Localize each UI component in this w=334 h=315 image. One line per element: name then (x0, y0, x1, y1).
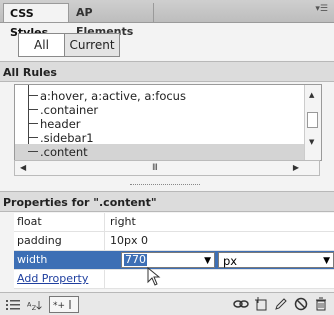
disable-property-icon[interactable] (293, 296, 309, 311)
property-value[interactable]: 10px 0 (110, 232, 148, 250)
rules-horizontal-scrollbar[interactable]: ◀ III ▶ (14, 160, 320, 176)
chevron-down-icon[interactable]: ▼ (323, 252, 330, 270)
css-styles-panel: CSS Styles AP Elements ▾☰ All Current Al… (0, 0, 334, 315)
alpha-sort-icon[interactable]: AZ (27, 297, 43, 312)
chevron-down-icon[interactable]: ▼ (204, 252, 211, 270)
property-row[interactable]: padding 10px 0 (14, 232, 334, 251)
unit-select[interactable]: px ▼ (218, 252, 334, 268)
width-value-input[interactable]: 770 ▼ (121, 252, 215, 268)
scroll-left-icon[interactable]: ◀ (20, 163, 26, 172)
add-property-cell: Add Property (14, 270, 105, 288)
tab-ap-elements[interactable]: AP Elements (70, 3, 154, 38)
scroll-thumb[interactable] (307, 112, 318, 128)
scroll-up-icon[interactable]: ▲ (309, 91, 314, 99)
all-rules-header[interactable]: All Rules (0, 61, 334, 82)
edit-rule-icon[interactable] (273, 296, 289, 311)
property-name: padding (14, 232, 105, 250)
panel-menu-icon[interactable]: ▾☰ (315, 4, 328, 14)
svg-text:Z: Z (32, 303, 37, 311)
property-name: width (14, 251, 105, 269)
category-view-icon[interactable] (5, 297, 21, 312)
new-rule-icon[interactable] (253, 296, 269, 311)
selected-text: 770 (124, 253, 147, 266)
mouse-pointer-icon (147, 267, 161, 286)
scroll-down-icon[interactable]: ▼ (309, 138, 314, 146)
rules-tree: a:hover, a:active, a:focus .container he… (14, 84, 322, 161)
view-mode-toggle: All Current (18, 33, 120, 57)
all-button[interactable]: All (19, 34, 65, 56)
set-properties-icon[interactable]: *+ (49, 296, 79, 313)
scroll-grip[interactable]: III (152, 163, 158, 173)
delete-rule-icon[interactable] (313, 296, 329, 311)
scroll-right-icon[interactable]: ▶ (293, 163, 299, 172)
tab-css-styles[interactable]: CSS Styles (3, 3, 69, 39)
attach-stylesheet-icon[interactable] (233, 296, 249, 311)
bottom-toolbar: AZ *+ (0, 292, 334, 315)
unit-label: px (223, 254, 238, 268)
add-property-link[interactable]: Add Property (17, 272, 88, 285)
current-button[interactable]: Current (65, 34, 119, 56)
panel-tab-strip: CSS Styles AP Elements ▾☰ (0, 0, 334, 39)
pane-splitter[interactable] (130, 184, 200, 188)
property-row-selected[interactable]: width 770 ▼ px ▼ (14, 251, 334, 270)
property-row[interactable]: Add Property (14, 270, 334, 289)
rule-item-selected[interactable]: .content (15, 144, 305, 160)
rule-label: .content (40, 145, 88, 159)
properties-header[interactable]: Properties for ".content" (0, 191, 334, 212)
property-value[interactable]: right (110, 213, 136, 231)
rules-vertical-scrollbar[interactable]: ▲ ▼ (304, 85, 321, 160)
property-name: float (14, 213, 105, 231)
svg-text:*+: *+ (53, 301, 65, 310)
property-row[interactable]: float right (14, 213, 334, 232)
properties-table: float right padding 10px 0 width 770 ▼ p… (14, 213, 334, 289)
